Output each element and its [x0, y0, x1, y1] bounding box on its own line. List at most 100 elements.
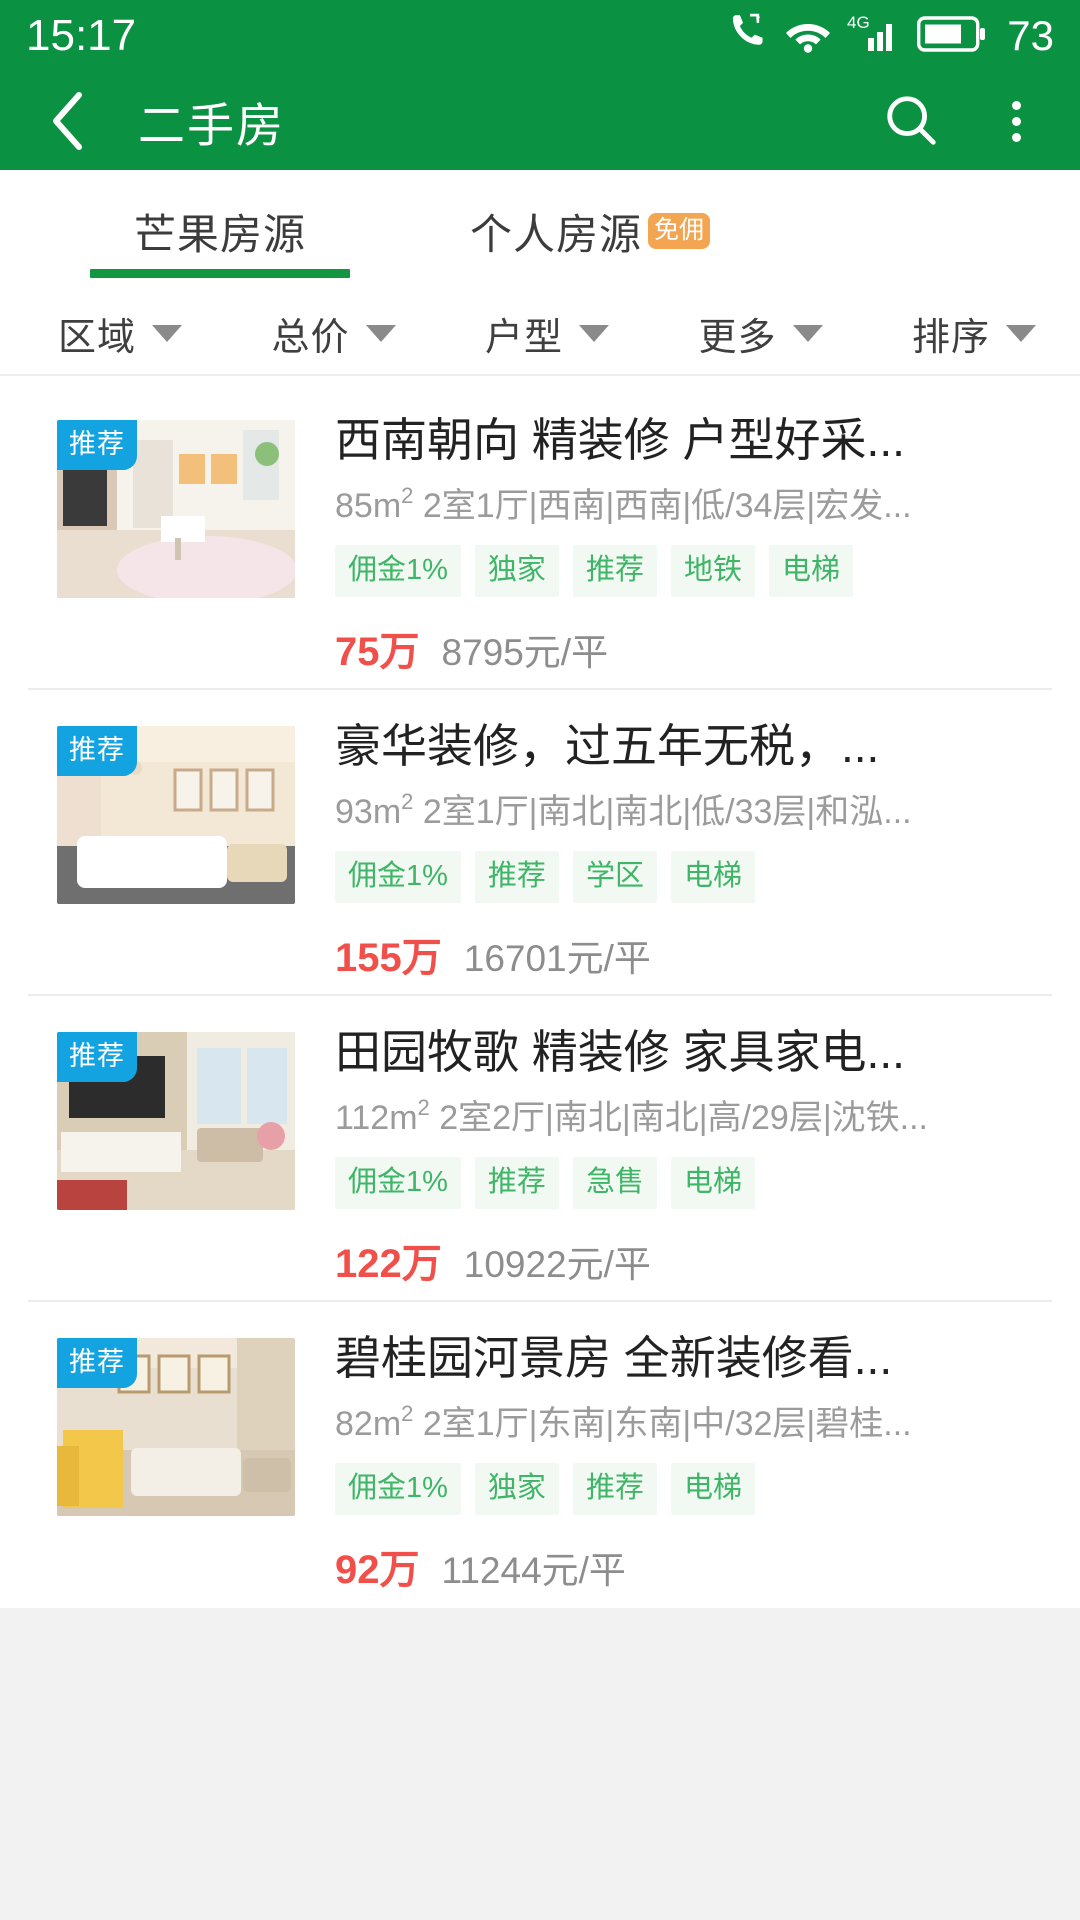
tab-personal-listings[interactable]: 个人房源 免佣 [420, 170, 760, 292]
listing-subtitle: 85m2 2室1厅|西南|西南|低/34层|宏发... [335, 483, 912, 525]
listing-tag: 电梯 [670, 851, 755, 904]
listing-info: 西南朝向 精装修 户型好采... 85m2 2室1厅|西南|西南|低/34层|宏… [335, 416, 1050, 690]
filter-total-price[interactable]: 总价 [272, 306, 486, 361]
listing-info: 碧桂园河景房 全新装修看... 82m2 2室1厅|东南|东南|中/32层|碧桂… [335, 1334, 1050, 1608]
call-forward-icon [729, 12, 769, 61]
listing-tag: 佣金1% [335, 1463, 461, 1516]
listing-unit-price: 8795元/平 [441, 632, 609, 674]
listing-card[interactable]: 推荐 豪华装修，过五年无税，... 93m2 2室1厅|南北|南北|低/33层|… [0, 690, 1080, 996]
listing-tag: 推荐 [474, 851, 559, 904]
listing-detail: 2室1厅|东南|东南|中/32层|碧桂... [413, 1404, 912, 1443]
listing-area: 85 [335, 486, 373, 525]
listing-badge: 推荐 [57, 1032, 137, 1082]
tab-active-indicator [90, 269, 350, 278]
area-unit-superscript: 2 [401, 483, 414, 508]
filter-more[interactable]: 更多 [699, 306, 913, 361]
svg-text:4G: 4G [847, 13, 870, 32]
filter-label: 更多 [698, 316, 777, 359]
listing-total-price: 122万 [335, 1242, 442, 1287]
listing-tag: 独家 [474, 1463, 559, 1516]
listing-price-row: 92万 11244元/平 [335, 1537, 1050, 1595]
listing-detail: 2室2厅|南北|南北|高/29层|沈铁... [429, 1098, 928, 1137]
overflow-menu-icon [1011, 100, 1021, 142]
app-bar-actions [882, 91, 1046, 151]
listing-thumbnail[interactable]: 推荐 [57, 1338, 295, 1516]
filter-sort[interactable]: 排序 [912, 306, 1037, 361]
status-time: 15:17 [26, 11, 137, 60]
listing-detail: 2室1厅|西南|西南|低/34层|宏发... [413, 486, 912, 525]
wifi-icon [785, 14, 831, 59]
listing-tag: 电梯 [768, 545, 853, 598]
page-title: 二手房 [138, 98, 285, 152]
listing-tags: 佣金1% 推荐 急售 电梯 [335, 1157, 1050, 1210]
listing-total-price: 75万 [335, 630, 420, 675]
filter-label: 区域 [58, 316, 137, 359]
tab-label: 芒果房源 [133, 210, 306, 258]
listing-tag: 推荐 [572, 1463, 657, 1516]
listing-tags: 佣金1% 推荐 学区 电梯 [335, 851, 1050, 904]
overflow-menu-button[interactable] [986, 91, 1046, 151]
listing-card[interactable]: 推荐 碧桂园河景房 全新装修看... 82m2 2室1厅|东南|东南|中/32层… [0, 1302, 1080, 1608]
app-root: 15:17 4G 73 二手房 芒果房源 个人房源 免佣 区域 总价 户型 更多… [0, 0, 1080, 1920]
listing-unit-price: 10922元/平 [463, 1244, 651, 1286]
listing-list: 推荐 西南朝向 精装修 户型好采... 85m2 2室1厅|西南|西南|低/34… [0, 376, 1080, 1608]
listing-unit-price: 16701元/平 [463, 938, 651, 980]
listing-price-row: 75万 8795元/平 [335, 619, 1050, 677]
search-button[interactable] [882, 91, 942, 151]
area-unit-superscript: 2 [401, 789, 414, 814]
battery-icon [917, 14, 987, 59]
status-bar: 15:17 4G 73 [0, 0, 1080, 72]
tab-badge-no-commission: 免佣 [648, 213, 711, 249]
listing-tag: 独家 [474, 545, 559, 598]
listing-thumbnail[interactable]: 推荐 [57, 1032, 295, 1210]
filter-label: 户型 [485, 316, 564, 359]
app-bar: 二手房 [0, 72, 1080, 170]
listing-tag: 电梯 [670, 1157, 755, 1210]
listing-card[interactable]: 推荐 西南朝向 精装修 户型好采... 85m2 2室1厅|西南|西南|低/34… [0, 384, 1080, 690]
filter-label: 总价 [271, 316, 350, 359]
listing-total-price: 92万 [335, 1548, 420, 1593]
listing-tag: 地铁 [670, 545, 755, 598]
listing-area: 93 [335, 792, 373, 831]
tab-label: 个人房源 [469, 210, 642, 258]
listing-tag: 佣金1% [335, 1157, 461, 1210]
listing-badge: 推荐 [57, 726, 137, 776]
search-icon [887, 96, 936, 145]
area-unit-superscript: 2 [401, 1401, 414, 1426]
tab-mango-listings[interactable]: 芒果房源 [60, 170, 380, 292]
listing-badge: 推荐 [57, 420, 137, 470]
filter-label: 排序 [912, 316, 991, 359]
filter-layout[interactable]: 户型 [485, 306, 699, 361]
listing-tag: 佣金1% [335, 851, 461, 904]
listing-tag: 学区 [572, 851, 657, 904]
back-arrow-icon [53, 92, 82, 150]
listing-tag: 佣金1% [335, 545, 461, 598]
battery-percent: 73 [1007, 12, 1054, 59]
tab-bar: 芒果房源 个人房源 免佣 [0, 170, 1080, 292]
listing-tag: 推荐 [572, 545, 657, 598]
listing-total-price: 155万 [335, 936, 442, 981]
listing-card[interactable]: 推荐 田园牧歌 精装修 家具家电... 112m2 2室2厅|南北|南北|高/2… [0, 996, 1080, 1302]
listing-info: 田园牧歌 精装修 家具家电... 112m2 2室2厅|南北|南北|高/29层|… [335, 1028, 1050, 1302]
listing-detail: 2室1厅|南北|南北|低/33层|和泓... [413, 792, 912, 831]
listing-tags: 佣金1% 独家 推荐 地铁 电梯 [335, 545, 1050, 598]
chevron-down-icon [1006, 324, 1037, 342]
listing-thumbnail[interactable]: 推荐 [57, 420, 295, 598]
listing-badge: 推荐 [57, 1338, 137, 1388]
listing-title: 田园牧歌 精装修 家具家电... [335, 1028, 905, 1078]
listing-title: 西南朝向 精装修 户型好采... [335, 416, 905, 466]
area-unit-superscript: 2 [417, 1095, 430, 1120]
listing-unit-price: 11244元/平 [441, 1550, 626, 1592]
listing-price-row: 155万 16701元/平 [335, 925, 1050, 983]
listing-tag: 电梯 [670, 1463, 755, 1516]
listing-tag: 急售 [572, 1157, 657, 1210]
back-button[interactable] [38, 90, 100, 152]
listing-subtitle: 112m2 2室2厅|南北|南北|高/29层|沈铁... [335, 1095, 928, 1137]
signal-4g-icon: 4G [847, 12, 901, 61]
filter-bar: 区域 总价 户型 更多 排序 [0, 292, 1080, 376]
listing-subtitle: 93m2 2室1厅|南北|南北|低/33层|和泓... [335, 789, 912, 831]
listing-price-row: 122万 10922元/平 [335, 1231, 1050, 1289]
listing-tag: 推荐 [474, 1157, 559, 1210]
filter-region[interactable]: 区域 [58, 306, 272, 361]
listing-thumbnail[interactable]: 推荐 [57, 726, 295, 904]
